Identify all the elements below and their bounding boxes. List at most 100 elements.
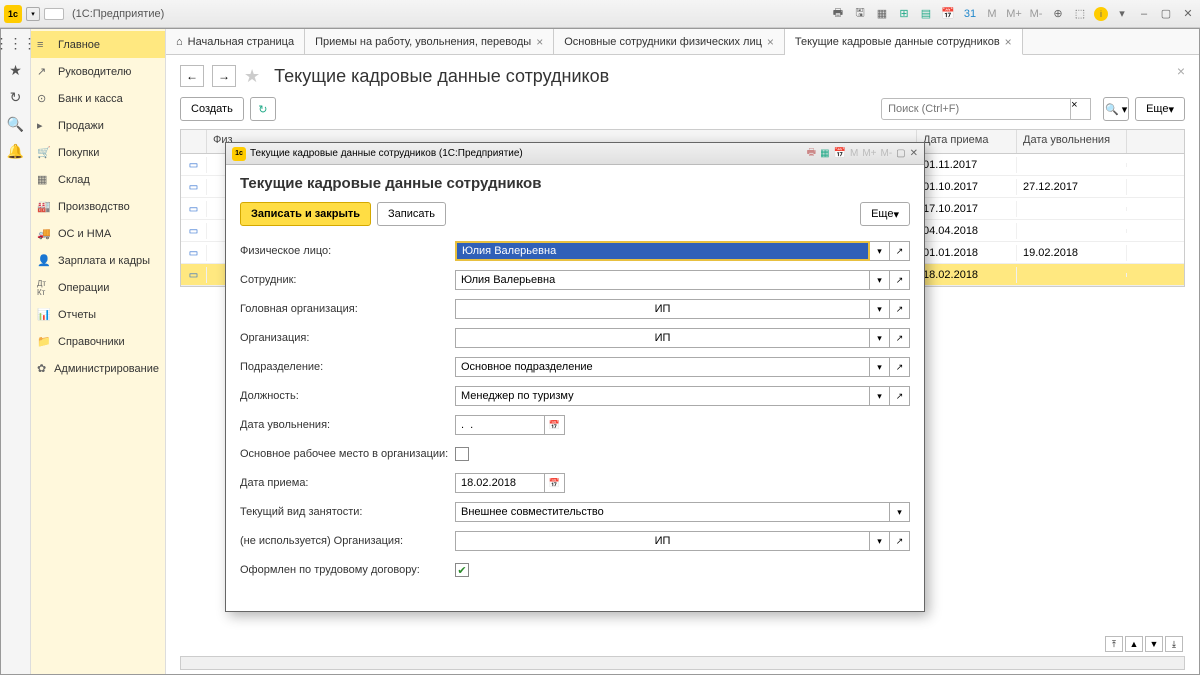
open-button[interactable]: ↗	[890, 328, 910, 348]
calendar-button[interactable]: 📅	[545, 473, 565, 493]
bell-icon[interactable]: 🔔	[7, 143, 24, 160]
input-dept[interactable]	[455, 357, 870, 377]
nav-back-button[interactable]: ←	[180, 65, 204, 87]
search-icon[interactable]: 🔍	[7, 116, 24, 133]
search-button[interactable]: 🔍 ▾	[1103, 97, 1129, 121]
sidebar-item-bank[interactable]: ⊙Банк и касса	[31, 85, 165, 112]
sidebar-item-production[interactable]: 🏭Производство	[31, 193, 165, 220]
open-button[interactable]: ↗	[890, 357, 910, 377]
print-icon[interactable]: 🖶	[830, 6, 846, 22]
sidebar-item-main[interactable]: ≡Главное	[31, 31, 165, 58]
save-close-button[interactable]: Записать и закрыть	[240, 202, 371, 226]
search-input[interactable]	[881, 98, 1071, 120]
favorite-star-icon[interactable]: ★	[244, 66, 260, 87]
sidebar-item-sales[interactable]: ▸Продажи	[31, 112, 165, 139]
dropdown-button[interactable]: ▾	[870, 270, 890, 290]
checkbox-main-workplace[interactable]	[455, 447, 469, 461]
mplus-btn[interactable]: M+	[1006, 6, 1022, 22]
save-icon[interactable]: 🖫	[852, 6, 868, 22]
sidebar-item-hr[interactable]: 👤Зарплата и кадры	[31, 247, 165, 274]
dd2[interactable]: ▾	[1114, 6, 1130, 22]
grid2-icon[interactable]: ▤	[918, 6, 934, 22]
history-icon[interactable]: ↻	[10, 89, 22, 106]
input-unused-org[interactable]	[455, 531, 870, 551]
sidebar-item-purchases[interactable]: 🛒Покупки	[31, 139, 165, 166]
horizontal-scrollbar[interactable]	[180, 656, 1185, 670]
grid-icon[interactable]: ▦	[874, 6, 890, 22]
modal-m[interactable]: M	[850, 148, 858, 159]
sidebar-item-reports[interactable]: 📊Отчеты	[31, 301, 165, 328]
tab-home[interactable]: ⌂Начальная страница	[166, 29, 305, 54]
input-physical-person[interactable]	[455, 241, 870, 261]
zoom-icon[interactable]: ⊕	[1050, 6, 1066, 22]
page-close-icon[interactable]: ×	[1177, 63, 1185, 79]
calendar-icon[interactable]: 📅	[940, 6, 956, 22]
open-button[interactable]: ↗	[890, 241, 910, 261]
col-dismiss-date[interactable]: Дата увольнения	[1017, 130, 1127, 153]
tab-main-employees[interactable]: Основные сотрудники физических лиц×	[554, 29, 785, 54]
sidebar-item-warehouse[interactable]: ▦Склад	[31, 166, 165, 193]
cal31-icon[interactable]: 31	[962, 6, 978, 22]
input-employment-type[interactable]	[455, 502, 890, 522]
checkbox-contract[interactable]: ✔	[455, 563, 469, 577]
open-button[interactable]: ↗	[890, 531, 910, 551]
close-icon[interactable]: ✕	[1180, 6, 1196, 22]
modal-print-icon[interactable]: 🖶	[807, 145, 816, 162]
dropdown-button[interactable]: ▾	[870, 531, 890, 551]
sidebar-item-directories[interactable]: 📁Справочники	[31, 328, 165, 355]
scroll-up-button[interactable]: ▲	[1125, 636, 1143, 652]
dropdown-button[interactable]: ▾	[870, 299, 890, 319]
calendar-button[interactable]: 📅	[545, 415, 565, 435]
tab-hiring[interactable]: Приемы на работу, увольнения, переводы×	[305, 29, 554, 54]
minimize-icon[interactable]: –	[1136, 6, 1152, 22]
col-hire-date[interactable]: Дата приема	[917, 130, 1017, 153]
search-clear-button[interactable]: ×	[1071, 98, 1091, 120]
scroll-down-button[interactable]: ▼	[1145, 636, 1163, 652]
refresh-button[interactable]: ↻	[250, 97, 276, 121]
input-employee[interactable]	[455, 270, 870, 290]
m-btn[interactable]: M	[984, 6, 1000, 22]
input-head-org[interactable]	[455, 299, 870, 319]
input-hire-date[interactable]	[455, 473, 545, 493]
input-dismiss-date[interactable]	[455, 415, 545, 435]
maximize-icon[interactable]: ▢	[1158, 6, 1174, 22]
input-position[interactable]	[455, 386, 870, 406]
open-button[interactable]: ↗	[890, 270, 910, 290]
modal-more-button[interactable]: Еще ▾	[860, 202, 910, 226]
dropdown-button[interactable]: ▾	[870, 241, 890, 261]
mminus-btn[interactable]: M-	[1028, 6, 1044, 22]
calc-icon[interactable]: ⊞	[896, 6, 912, 22]
tab-close-icon[interactable]: ×	[767, 35, 774, 49]
col-icon[interactable]	[181, 130, 207, 153]
modal-mplus[interactable]: M+	[862, 148, 876, 159]
scroll-top-button[interactable]: ⤒	[1105, 636, 1123, 652]
star-icon[interactable]: ★	[9, 62, 22, 79]
nav-forward-button[interactable]: →	[212, 65, 236, 87]
dropdown-button[interactable]: ▾	[870, 386, 890, 406]
scroll-bottom-button[interactable]: ⤓	[1165, 636, 1183, 652]
dropdown-button[interactable]: ▾	[870, 357, 890, 377]
modal-mminus[interactable]: M-	[880, 148, 892, 159]
tab-close-icon[interactable]: ×	[1005, 35, 1012, 49]
info-icon[interactable]: i	[1094, 7, 1108, 21]
input-org[interactable]	[455, 328, 870, 348]
more-button[interactable]: Еще ▾	[1135, 97, 1185, 121]
sidebar-item-admin[interactable]: ✿Администрирование	[31, 355, 165, 382]
open-button[interactable]: ↗	[890, 386, 910, 406]
dropdown-button[interactable]: ▾	[890, 502, 910, 522]
modal-max-icon[interactable]: ▢	[896, 148, 905, 159]
tab-current-hr[interactable]: Текущие кадровые данные сотрудников×	[785, 29, 1023, 55]
app-dropdown[interactable]: ▾	[26, 7, 40, 21]
sidebar-item-assets[interactable]: 🚚ОС и НМА	[31, 220, 165, 247]
open-button[interactable]: ↗	[890, 299, 910, 319]
sidebar-item-manager[interactable]: ↗Руководителю	[31, 58, 165, 85]
modal-cal-icon[interactable]: 📅	[834, 148, 846, 159]
save-button[interactable]: Записать	[377, 202, 446, 226]
create-button[interactable]: Создать	[180, 97, 244, 121]
modal-close-icon[interactable]: ✕	[910, 148, 918, 159]
sidebar-item-operations[interactable]: ДтКтОперации	[31, 274, 165, 301]
tab-close-icon[interactable]: ×	[536, 35, 543, 49]
home-icon[interactable]: ⬚	[1072, 6, 1088, 22]
dropdown-button[interactable]: ▾	[870, 328, 890, 348]
modal-grid-icon[interactable]: ▦	[820, 148, 829, 159]
